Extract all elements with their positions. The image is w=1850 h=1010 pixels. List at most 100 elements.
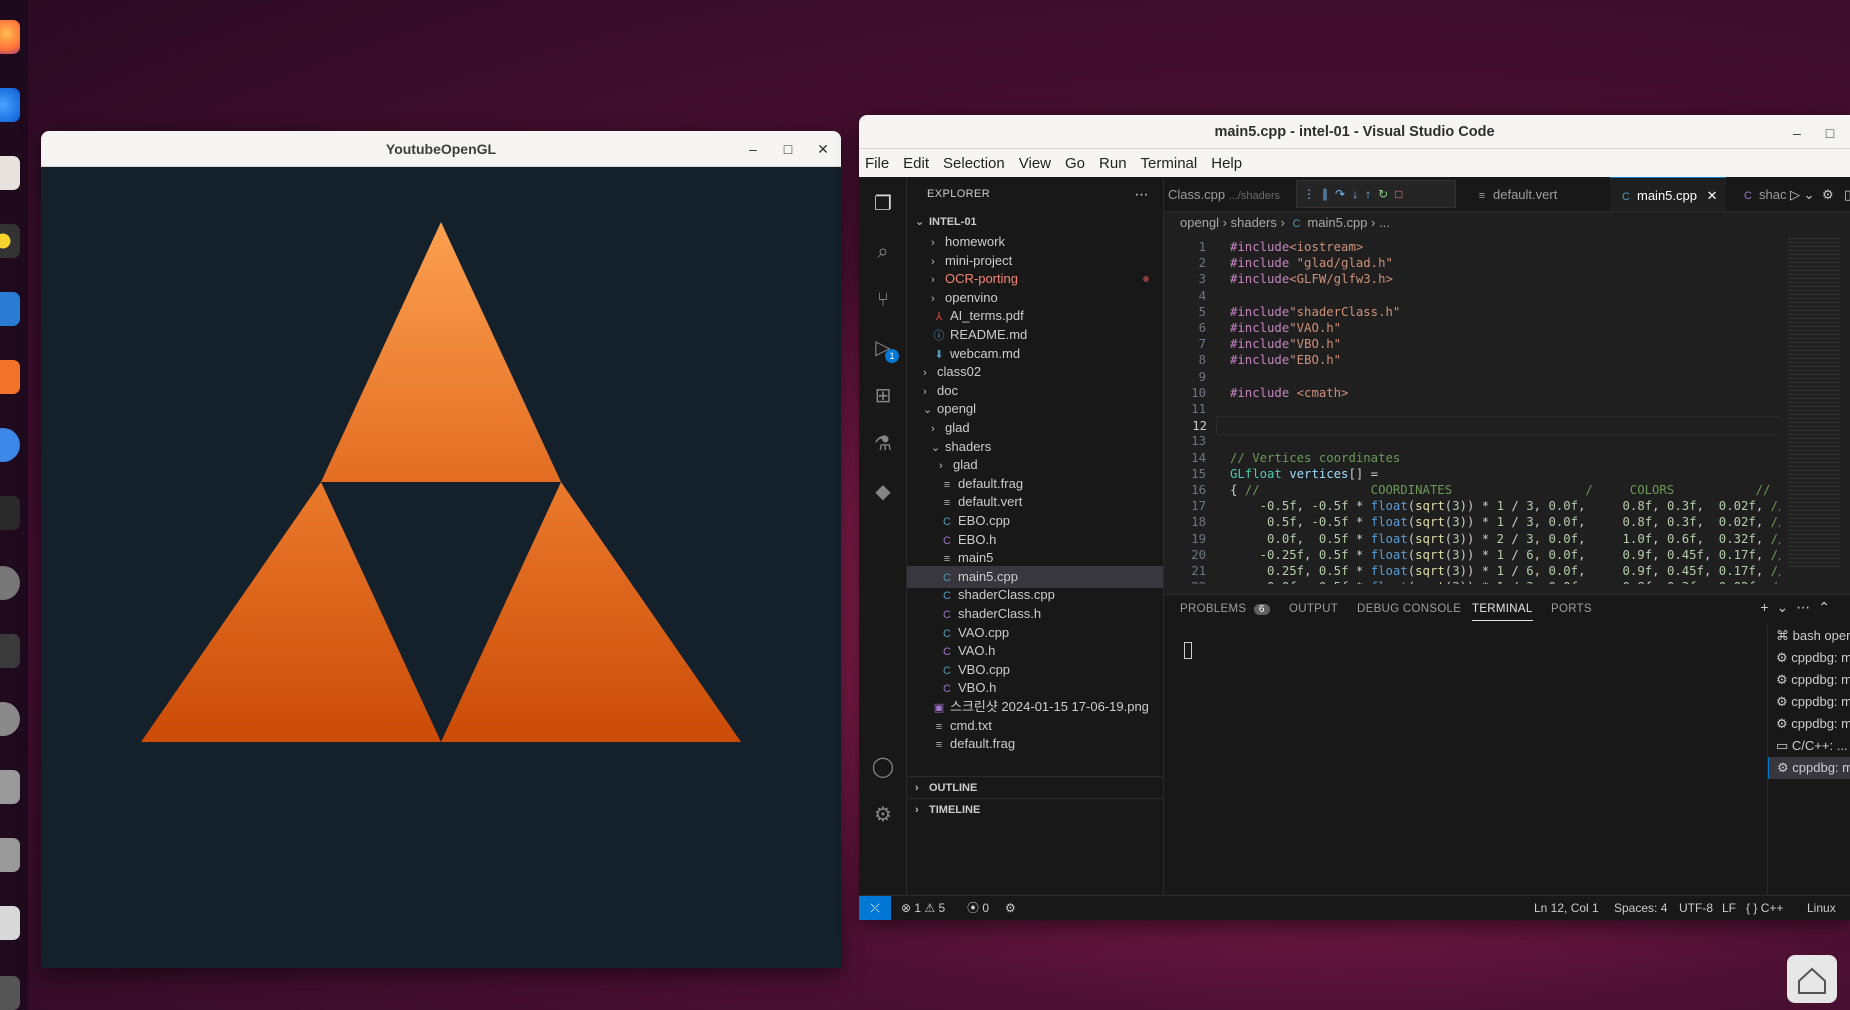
minimap[interactable] <box>1780 234 1850 584</box>
tree-item-label: 스크린샷 2024-01-15 17-06-19.png <box>950 699 1149 714</box>
menu-help[interactable]: Help <box>1211 155 1242 172</box>
tab-debug-console[interactable]: DEBUG CONSOLE <box>1357 603 1461 615</box>
remote-indicator-icon[interactable]: ⤫ <box>859 896 891 920</box>
outline-section[interactable]: › OUTLINE <box>907 776 1163 798</box>
step-out-icon[interactable]: ↑ <box>1365 187 1378 201</box>
trash-icon[interactable] <box>0 906 20 940</box>
tab-main5-cpp[interactable]: Cmain5.cpp ✕ <box>1610 177 1726 211</box>
menu-go[interactable]: Go <box>1065 155 1085 172</box>
minimize-icon[interactable]: – <box>1787 123 1807 143</box>
terminal-instance[interactable]: ⚙ cppdbg: m <box>1768 713 1850 735</box>
vscode-icon[interactable] <box>0 496 20 530</box>
timeline-section[interactable]: › TIMELINE <box>907 798 1163 820</box>
split-editor-icon[interactable]: ◫ <box>1844 177 1850 211</box>
vscode-window[interactable]: main5.cpp - intel-01 - Visual Studio Cod… <box>859 115 1850 920</box>
app-grid-icon[interactable] <box>0 976 20 1010</box>
cpp-file-icon: C <box>1622 191 1630 203</box>
menu-view[interactable]: View <box>1019 155 1051 172</box>
settings-icon[interactable] <box>0 566 20 600</box>
manage-gear-icon[interactable]: ⚙ <box>871 803 895 827</box>
maximize-icon[interactable]: □ <box>1820 123 1840 143</box>
close-icon[interactable]: ✕ <box>813 139 833 159</box>
tab-ports[interactable]: PORTS <box>1551 603 1592 615</box>
terminal-instance[interactable]: ▭ C/C++: ... <box>1768 735 1850 757</box>
code-editor[interactable]: 1 #include<iostream> 2 #include "glad/glad.… <box>1164 234 1850 584</box>
menu-run[interactable]: Run <box>1099 155 1127 172</box>
os-indicator[interactable]: Linux <box>1807 896 1836 920</box>
tree-item-label: default.frag <box>958 475 1024 491</box>
disc-icon[interactable] <box>0 702 20 736</box>
opengl-titlebar[interactable]: YoutubeOpenGL – □ ✕ <box>41 131 841 167</box>
maximize-icon[interactable]: □ <box>778 139 798 159</box>
terminal-instance[interactable]: ⚙ cppdbg: m <box>1768 669 1850 691</box>
pause-icon[interactable]: ∥ <box>1322 187 1335 201</box>
debug-status-icon[interactable]: ⚙ <box>1005 896 1016 920</box>
terminal-icon[interactable] <box>0 634 20 668</box>
explorer-icon[interactable]: ❐ <box>871 192 895 216</box>
ports-status[interactable]: ⦿ 0 <box>967 896 989 920</box>
menu-selection[interactable]: Selection <box>943 155 1005 172</box>
menu-terminal[interactable]: Terminal <box>1141 155 1198 172</box>
help-icon[interactable] <box>0 428 20 462</box>
more-actions-icon[interactable]: ⋯ <box>1135 177 1149 212</box>
breadcrumb-symbol[interactable]: ... <box>1379 215 1390 230</box>
rhythmbox-icon[interactable] <box>0 224 20 258</box>
tree-item-label: class02 <box>937 364 982 380</box>
tab-default-vert[interactable]: ≡ default.vert <box>1466 177 1565 211</box>
indentation[interactable]: Spaces: 4 <box>1614 896 1667 920</box>
step-into-icon[interactable]: ↓ <box>1352 187 1365 201</box>
account-icon[interactable]: ◯ <box>871 755 895 779</box>
run-debug-icon[interactable]: ▷ 1 <box>871 336 899 363</box>
thunderbird-icon[interactable] <box>0 88 20 122</box>
testing-icon[interactable]: ⚗ <box>871 432 895 456</box>
sd-card-icon-2[interactable] <box>0 838 20 872</box>
firefox-icon[interactable] <box>0 20 20 54</box>
search-icon[interactable]: ⌕ <box>871 240 895 264</box>
breadcrumb-file[interactable]: main5.cpp <box>1307 215 1367 230</box>
minimize-icon[interactable]: – <box>743 139 763 159</box>
files-icon[interactable] <box>0 156 20 190</box>
terminal-instance[interactable]: ⚙ cppdbg: m <box>1768 757 1850 779</box>
python-icon[interactable]: ◆ <box>871 480 895 504</box>
menu-file[interactable]: File <box>865 155 889 172</box>
source-control-icon[interactable]: ⑂ <box>871 288 895 312</box>
bottom-panel: PROBLEMS 6 OUTPUT DEBUG CONSOLE TERMINAL… <box>1164 594 1850 895</box>
step-over-icon[interactable]: ↷ <box>1335 187 1352 201</box>
writer-icon[interactable] <box>0 292 20 326</box>
tab-problems[interactable]: PROBLEMS 6 <box>1180 603 1270 615</box>
software-icon[interactable] <box>0 360 20 394</box>
stop-icon[interactable]: □ <box>1395 187 1409 201</box>
new-terminal-icon[interactable]: +⌄ <box>1760 599 1796 615</box>
menu-edit[interactable]: Edit <box>903 155 929 172</box>
drag-handle-icon[interactable]: ⋮ <box>1303 187 1322 201</box>
home-folder-icon[interactable] <box>1787 955 1837 1003</box>
restart-icon[interactable]: ↻ <box>1378 187 1395 201</box>
run-icon[interactable]: ▷ ⌄ <box>1790 177 1815 211</box>
breadcrumb-opengl[interactable]: opengl <box>1180 215 1219 230</box>
tree-file[interactable]: ≡ default.frag <box>907 733 1163 752</box>
breadcrumb-shaders[interactable]: shaders <box>1231 215 1277 230</box>
terminal-instance[interactable]: ⚙ cppdbg: m <box>1768 647 1850 669</box>
sd-card-icon[interactable] <box>0 770 20 804</box>
language-mode[interactable]: { } C++ <box>1746 896 1783 920</box>
encoding[interactable]: UTF-8 <box>1679 896 1713 920</box>
status-bar: ⤫ ⊗ 1 ⚠ 5 ⦿ 0 ⚙ Ln 12, Col 1 Spaces: 4 U… <box>859 895 1850 920</box>
tab-terminal[interactable]: TERMINAL <box>1472 603 1533 621</box>
vscode-titlebar[interactable]: main5.cpp - intel-01 - Visual Studio Cod… <box>859 115 1850 149</box>
tab-output[interactable]: OUTPUT <box>1289 603 1338 615</box>
problems-status[interactable]: ⊗ 1 ⚠ 5 <box>901 896 945 920</box>
terminal-instance[interactable]: ⚙ cppdbg: m <box>1768 691 1850 713</box>
tab-shader[interactable]: Cshac <box>1732 177 1794 211</box>
close-tab-icon[interactable]: ✕ <box>1707 188 1718 203</box>
cursor-position[interactable]: Ln 12, Col 1 <box>1534 896 1599 920</box>
settings-gear-icon[interactable]: ⚙ <box>1822 177 1834 211</box>
extensions-icon[interactable]: ⊞ <box>871 384 895 408</box>
workspace-root[interactable]: ⌄ INTEL-01 <box>907 211 1163 233</box>
opengl-window[interactable]: YoutubeOpenGL – □ ✕ <box>41 131 841 968</box>
terminal-instance[interactable]: ⌘ bash oper <box>1768 625 1850 647</box>
maximize-panel-icon[interactable]: ⌃ <box>1818 599 1838 615</box>
eol[interactable]: LF <box>1722 896 1736 920</box>
tab-shaderclass-cpp[interactable]: Class.cpp .../shaders <box>1164 177 1288 211</box>
explorer-header: EXPLORER ⋯ <box>907 177 1163 212</box>
more-icon[interactable]: ⋯ <box>1796 599 1818 615</box>
